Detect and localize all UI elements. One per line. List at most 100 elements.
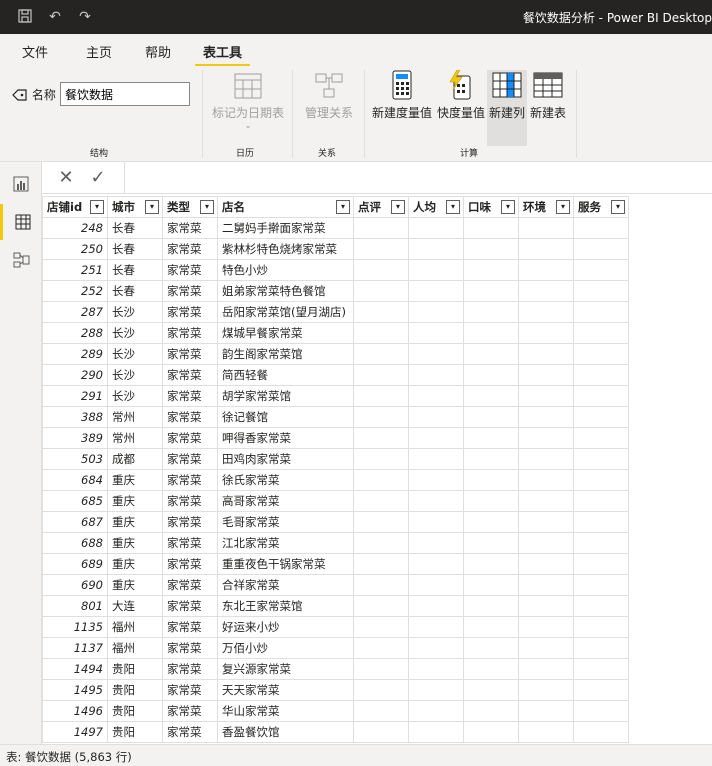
table-cell[interactable]: 家常菜 (162, 343, 218, 365)
table-cell[interactable]: 250 (42, 238, 108, 260)
table-cell[interactable] (573, 406, 629, 428)
table-cell[interactable] (353, 490, 409, 512)
table-cell[interactable]: 388 (42, 406, 108, 428)
table-cell[interactable]: 687 (42, 511, 108, 533)
table-cell[interactable] (463, 343, 519, 365)
table-cell[interactable]: 毛哥家常菜 (217, 511, 354, 533)
table-cell[interactable] (463, 259, 519, 281)
tab-home[interactable]: 主页 (86, 42, 112, 61)
table-cell[interactable] (573, 721, 629, 743)
table-cell[interactable] (573, 427, 629, 449)
table-cell[interactable] (463, 616, 519, 638)
table-cell[interactable] (573, 385, 629, 407)
table-cell[interactable]: 胡学家常菜馆 (217, 385, 354, 407)
table-cell[interactable] (408, 364, 464, 386)
table-cell[interactable] (518, 658, 574, 680)
table-cell[interactable] (408, 511, 464, 533)
table-cell[interactable] (573, 448, 629, 470)
table-cell[interactable] (463, 721, 519, 743)
table-cell[interactable] (573, 280, 629, 302)
table-cell[interactable]: 251 (42, 259, 108, 281)
table-cell[interactable] (463, 637, 519, 659)
table-cell[interactable]: 成都 (107, 448, 163, 470)
filter-dropdown-icon[interactable]: ▾ (200, 200, 214, 214)
table-cell[interactable] (408, 553, 464, 575)
table-cell[interactable] (353, 301, 409, 323)
table-cell[interactable] (518, 427, 574, 449)
table-cell[interactable] (408, 301, 464, 323)
table-cell[interactable]: 田鸡肉家常菜 (217, 448, 354, 470)
table-cell[interactable]: 紫林杉特色烧烤家常菜 (217, 238, 354, 260)
table-cell[interactable] (463, 385, 519, 407)
table-cell[interactable]: 长春 (107, 280, 163, 302)
undo-icon[interactable]: ↶ (46, 8, 64, 26)
table-cell[interactable] (353, 385, 409, 407)
table-cell[interactable] (408, 259, 464, 281)
table-cell[interactable] (463, 679, 519, 701)
table-cell[interactable] (463, 532, 519, 554)
table-cell[interactable] (463, 490, 519, 512)
model-view-button[interactable] (0, 242, 42, 278)
table-cell[interactable] (408, 469, 464, 491)
table-cell[interactable]: 重庆 (107, 574, 163, 596)
table-cell[interactable]: 长春 (107, 217, 163, 239)
table-cell[interactable] (573, 238, 629, 260)
table-cell[interactable]: 常州 (107, 427, 163, 449)
table-cell[interactable]: 煤城早餐家常菜 (217, 322, 354, 344)
filter-dropdown-icon[interactable]: ▾ (611, 200, 625, 214)
table-cell[interactable]: 家常菜 (162, 427, 218, 449)
table-cell[interactable] (463, 553, 519, 575)
table-cell[interactable] (353, 238, 409, 260)
table-cell[interactable] (353, 448, 409, 470)
tab-file[interactable]: 文件 (22, 42, 48, 61)
table-cell[interactable]: 好运来小炒 (217, 616, 354, 638)
table-cell[interactable] (353, 574, 409, 596)
table-cell[interactable]: 贵阳 (107, 721, 163, 743)
table-cell[interactable] (408, 637, 464, 659)
table-cell[interactable] (408, 406, 464, 428)
table-cell[interactable] (463, 280, 519, 302)
table-cell[interactable]: 家常菜 (162, 574, 218, 596)
table-cell[interactable]: 1137 (42, 637, 108, 659)
table-cell[interactable]: 二舅妈手擀面家常菜 (217, 217, 354, 239)
table-cell[interactable]: 689 (42, 553, 108, 575)
table-cell[interactable]: 贵阳 (107, 679, 163, 701)
table-cell[interactable]: 家常菜 (162, 217, 218, 239)
table-cell[interactable] (573, 532, 629, 554)
table-cell[interactable]: 华山家常菜 (217, 700, 354, 722)
table-cell[interactable] (518, 532, 574, 554)
table-cell[interactable]: 685 (42, 490, 108, 512)
table-cell[interactable]: 复兴源家常菜 (217, 658, 354, 680)
table-cell[interactable]: 简西轻餐 (217, 364, 354, 386)
table-cell[interactable] (353, 406, 409, 428)
table-cell[interactable] (518, 322, 574, 344)
table-cell[interactable] (518, 616, 574, 638)
table-cell[interactable] (463, 238, 519, 260)
table-cell[interactable] (463, 658, 519, 680)
table-cell[interactable]: 长沙 (107, 385, 163, 407)
table-cell[interactable] (408, 490, 464, 512)
table-cell[interactable] (518, 490, 574, 512)
table-cell[interactable] (573, 301, 629, 323)
table-cell[interactable]: 家常菜 (162, 322, 218, 344)
table-cell[interactable]: 248 (42, 217, 108, 239)
table-cell[interactable] (353, 469, 409, 491)
save-icon[interactable] (16, 8, 34, 26)
table-cell[interactable] (518, 301, 574, 323)
table-cell[interactable] (353, 595, 409, 617)
table-cell[interactable]: 重庆 (107, 490, 163, 512)
table-cell[interactable] (518, 280, 574, 302)
table-cell[interactable] (408, 700, 464, 722)
table-cell[interactable] (353, 343, 409, 365)
table-cell[interactable] (518, 511, 574, 533)
table-cell[interactable]: 大连 (107, 595, 163, 617)
table-cell[interactable]: 1135 (42, 616, 108, 638)
table-cell[interactable] (518, 721, 574, 743)
table-cell[interactable] (573, 322, 629, 344)
table-cell[interactable]: 重重夜色干锅家常菜 (217, 553, 354, 575)
table-cell[interactable]: 684 (42, 469, 108, 491)
table-cell[interactable] (463, 406, 519, 428)
table-cell[interactable] (463, 469, 519, 491)
table-cell[interactable]: 徐记餐馆 (217, 406, 354, 428)
column-header[interactable]: 服务 ▾ (573, 196, 629, 218)
